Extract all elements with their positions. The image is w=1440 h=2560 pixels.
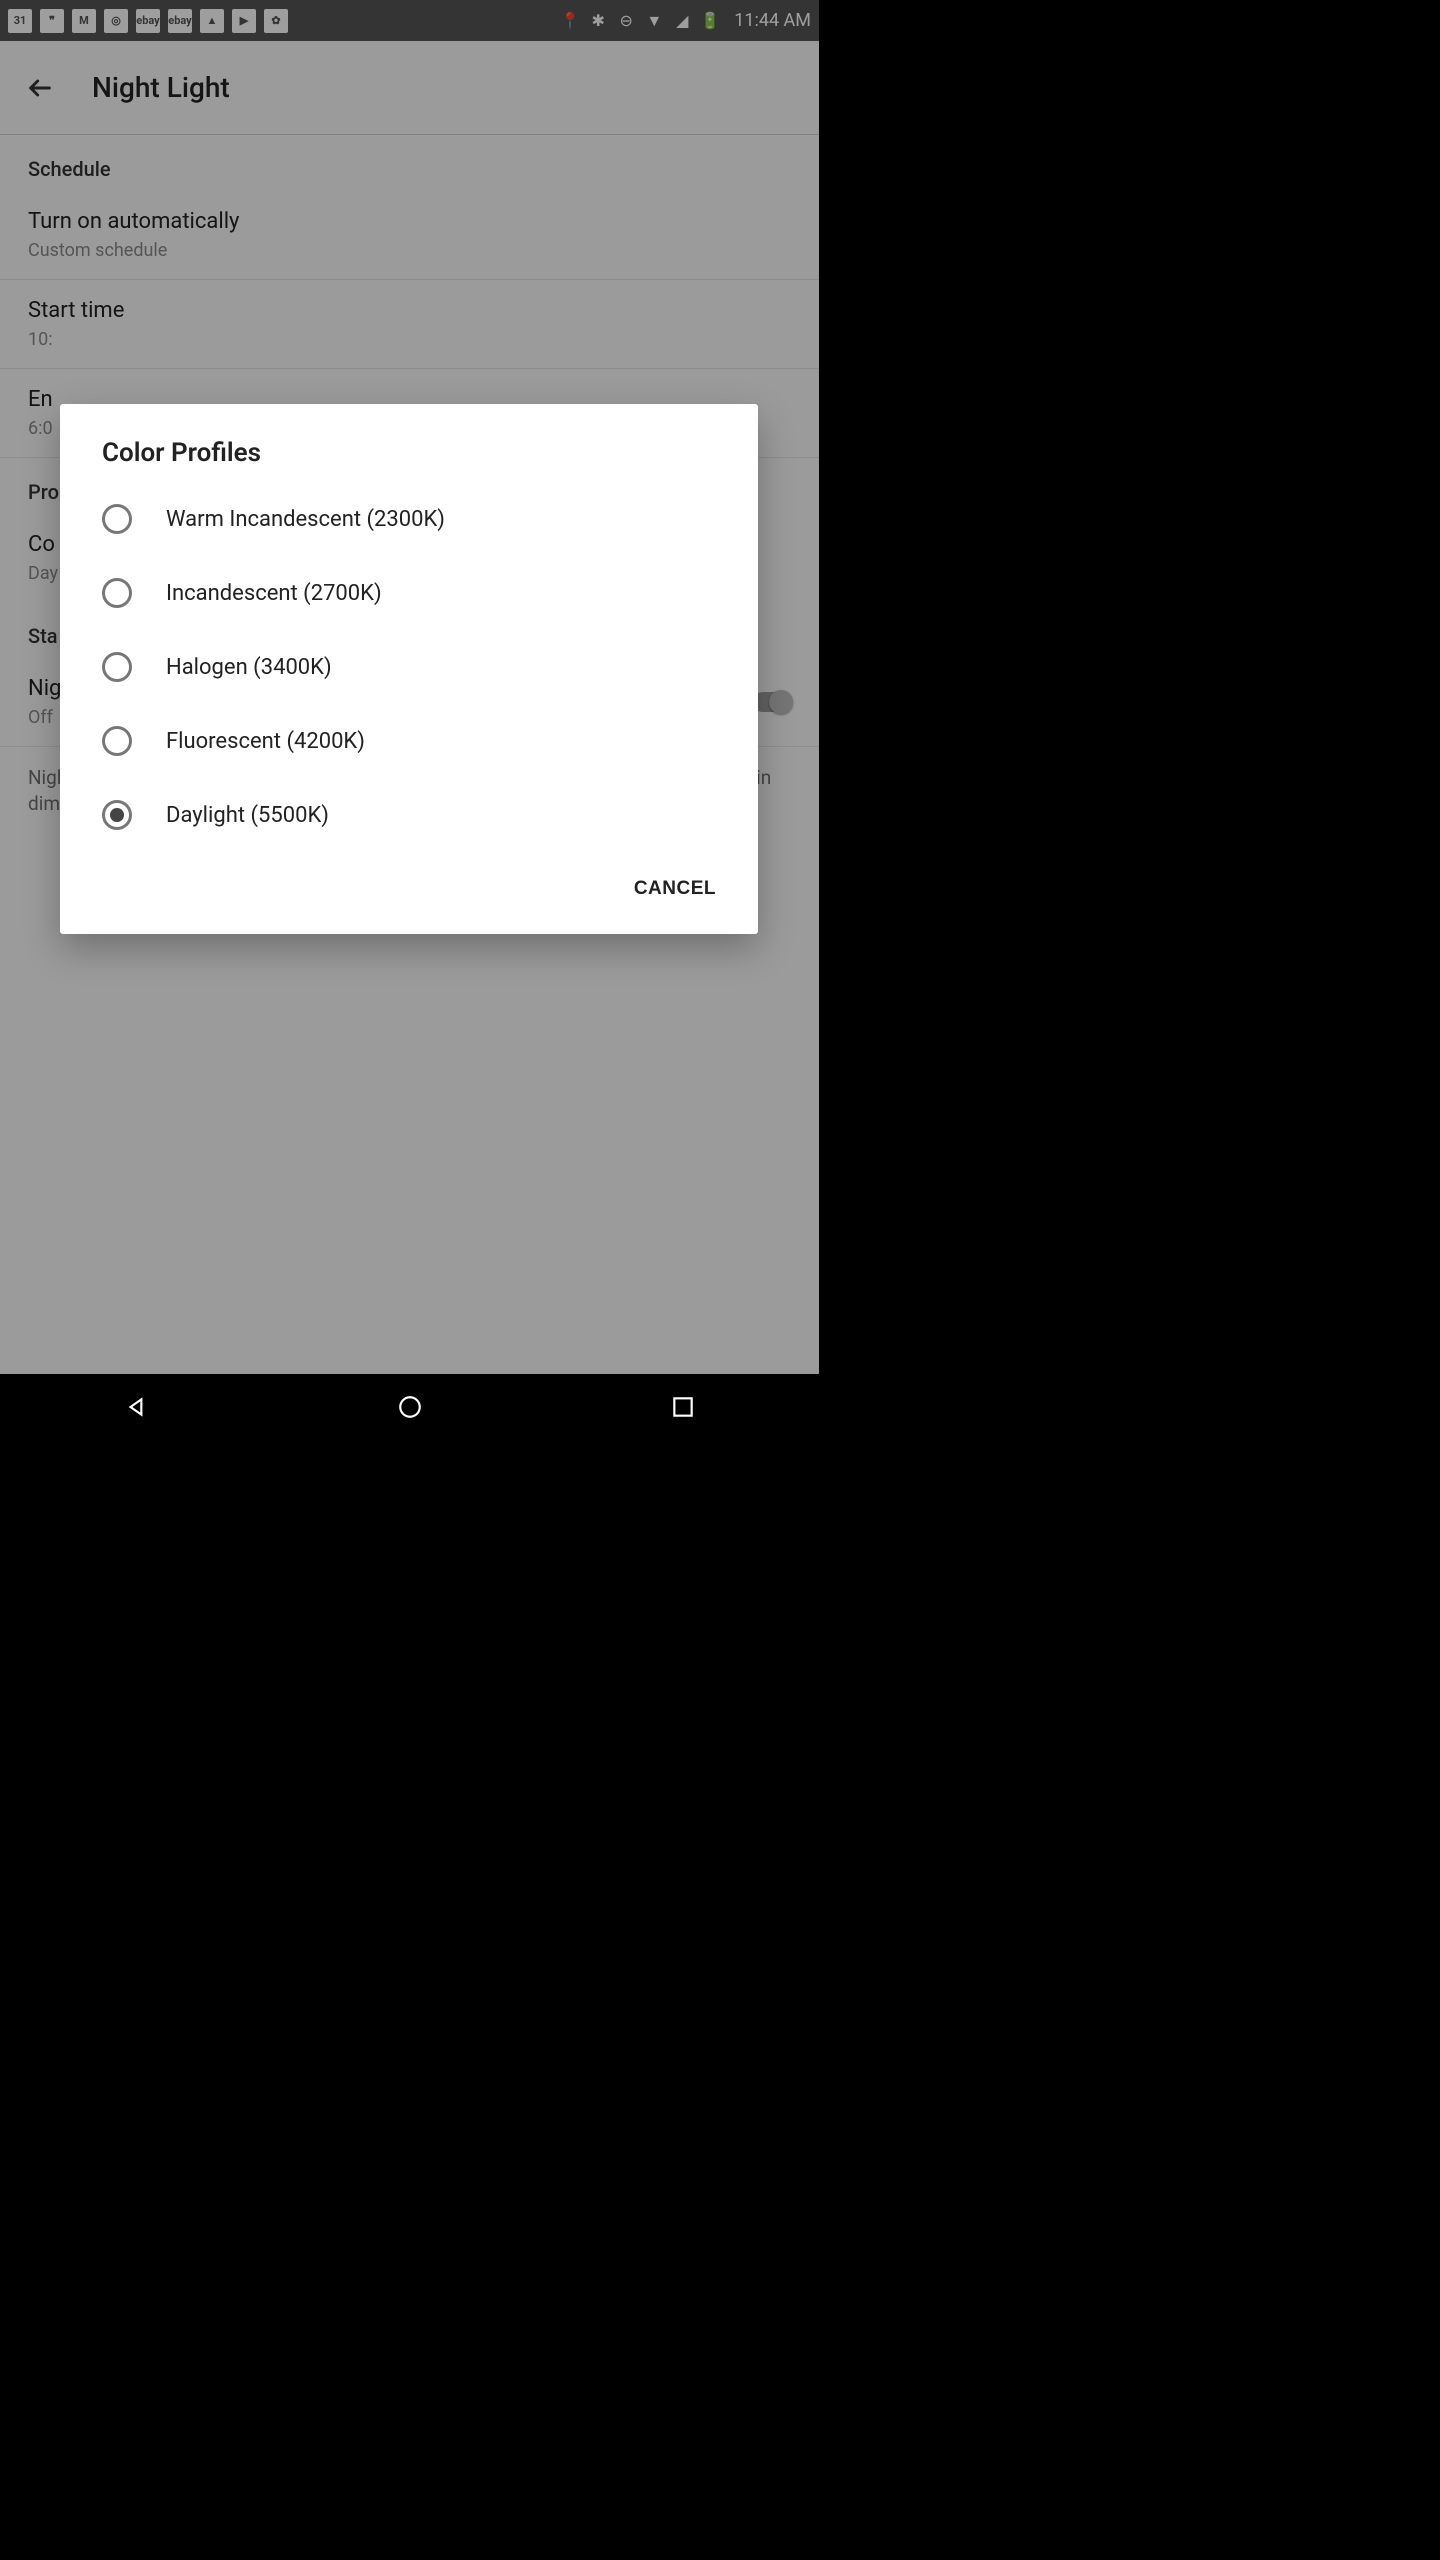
option-label: Fluorescent (4200K) bbox=[166, 729, 365, 754]
cancel-button[interactable]: CANCEL bbox=[620, 866, 730, 912]
radio-icon bbox=[102, 726, 132, 756]
circle-home-icon bbox=[397, 1394, 423, 1420]
nav-recent[interactable] bbox=[669, 1393, 697, 1421]
radio-icon bbox=[102, 652, 132, 682]
option-label: Incandescent (2700K) bbox=[166, 581, 382, 606]
dialog-actions: CANCEL bbox=[60, 852, 758, 922]
option-fluorescent[interactable]: Fluorescent (4200K) bbox=[60, 704, 758, 778]
nav-bar bbox=[0, 1374, 819, 1440]
option-label: Warm Incandescent (2300K) bbox=[166, 507, 445, 532]
radio-icon bbox=[102, 800, 132, 830]
nav-back[interactable] bbox=[123, 1393, 151, 1421]
option-warm-incandescent[interactable]: Warm Incandescent (2300K) bbox=[60, 482, 758, 556]
triangle-back-icon bbox=[124, 1394, 150, 1420]
color-profiles-dialog: Color Profiles Warm Incandescent (2300K)… bbox=[60, 404, 758, 934]
nav-home[interactable] bbox=[396, 1393, 424, 1421]
dialog-title: Color Profiles bbox=[60, 404, 758, 482]
option-label: Halogen (3400K) bbox=[166, 655, 332, 680]
option-label: Daylight (5500K) bbox=[166, 803, 329, 828]
option-halogen[interactable]: Halogen (3400K) bbox=[60, 630, 758, 704]
radio-icon bbox=[102, 578, 132, 608]
square-recent-icon bbox=[670, 1394, 696, 1420]
option-incandescent[interactable]: Incandescent (2700K) bbox=[60, 556, 758, 630]
radio-icon bbox=[102, 504, 132, 534]
option-daylight[interactable]: Daylight (5500K) bbox=[60, 778, 758, 852]
